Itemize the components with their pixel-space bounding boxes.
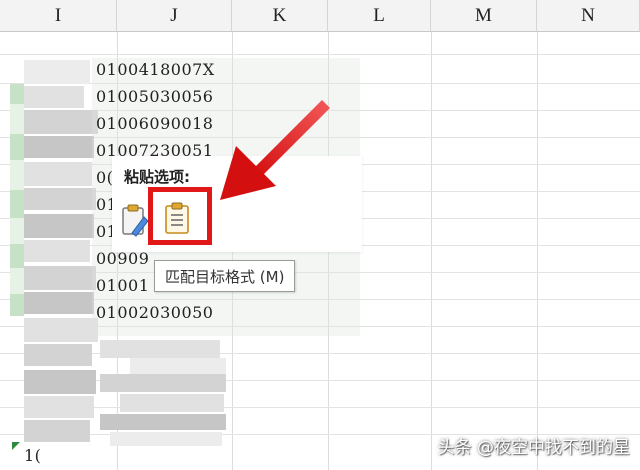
blurred-cell xyxy=(24,266,96,290)
paste-keep-source-format-icon xyxy=(122,204,149,237)
column-header-label: I xyxy=(54,4,62,26)
blurred-cell xyxy=(24,60,90,84)
column-header-l[interactable]: L xyxy=(328,0,431,32)
row-marker xyxy=(10,218,24,244)
blurred-cell xyxy=(24,344,92,366)
blurred-cell xyxy=(100,374,226,392)
column-header-j[interactable]: J xyxy=(117,0,232,32)
column-header-label: N xyxy=(581,4,595,26)
row-marker xyxy=(10,294,24,316)
watermark: 头条 @夜空中找不到的星 xyxy=(437,438,630,458)
blurred-cell xyxy=(130,358,226,374)
cell-value[interactable]: 0100418007X xyxy=(96,60,215,80)
paste-options-title: 粘贴选项: xyxy=(124,168,190,186)
blurred-cell xyxy=(100,340,220,358)
blurred-cell xyxy=(24,214,94,238)
row-marker xyxy=(10,84,24,104)
tooltip: 匹配目标格式 (M) xyxy=(154,260,296,292)
blurred-cell xyxy=(24,370,96,394)
blurred-cell xyxy=(24,318,98,342)
blurred-cell xyxy=(24,240,90,262)
row-marker xyxy=(10,160,24,190)
blurred-cell xyxy=(24,396,94,418)
column-header-label: K xyxy=(272,4,287,26)
blurred-cell xyxy=(24,292,94,314)
blurred-cell xyxy=(24,188,96,210)
column-header-label: M xyxy=(475,4,492,26)
cell-value[interactable]: 0( xyxy=(96,168,113,188)
cell-value[interactable]: 01002030050 xyxy=(96,303,213,323)
row-marker xyxy=(10,244,24,268)
cell-value[interactable]: 00909 xyxy=(96,249,149,269)
row-marker xyxy=(10,104,24,134)
error-indicator-icon xyxy=(12,442,20,450)
column-header-k[interactable]: K xyxy=(232,0,328,32)
blurred-cell xyxy=(120,394,224,412)
blurred-cell xyxy=(24,162,92,186)
row-marker xyxy=(10,268,24,294)
blurred-cell xyxy=(24,110,98,134)
column-header-label: L xyxy=(373,4,385,26)
column-header-label: J xyxy=(170,4,178,26)
blurred-cell xyxy=(100,414,226,430)
column-header-m[interactable]: M xyxy=(431,0,537,32)
cell-value[interactable]: 01005030056 xyxy=(96,87,213,107)
row-marker xyxy=(10,190,24,218)
cell-value[interactable]: 1( xyxy=(24,446,41,465)
blurred-cell xyxy=(24,420,90,442)
cell-value[interactable]: 01006090018 xyxy=(96,114,213,134)
column-header-n[interactable]: N xyxy=(537,0,640,32)
blurred-cell xyxy=(110,432,222,446)
column-header-i[interactable]: I xyxy=(0,0,117,32)
blurred-cell xyxy=(24,86,84,108)
cell-value[interactable]: 01001 xyxy=(96,276,149,296)
red-arrow-annotation xyxy=(220,100,330,200)
row-marker xyxy=(10,134,24,160)
blurred-cell xyxy=(24,136,94,158)
